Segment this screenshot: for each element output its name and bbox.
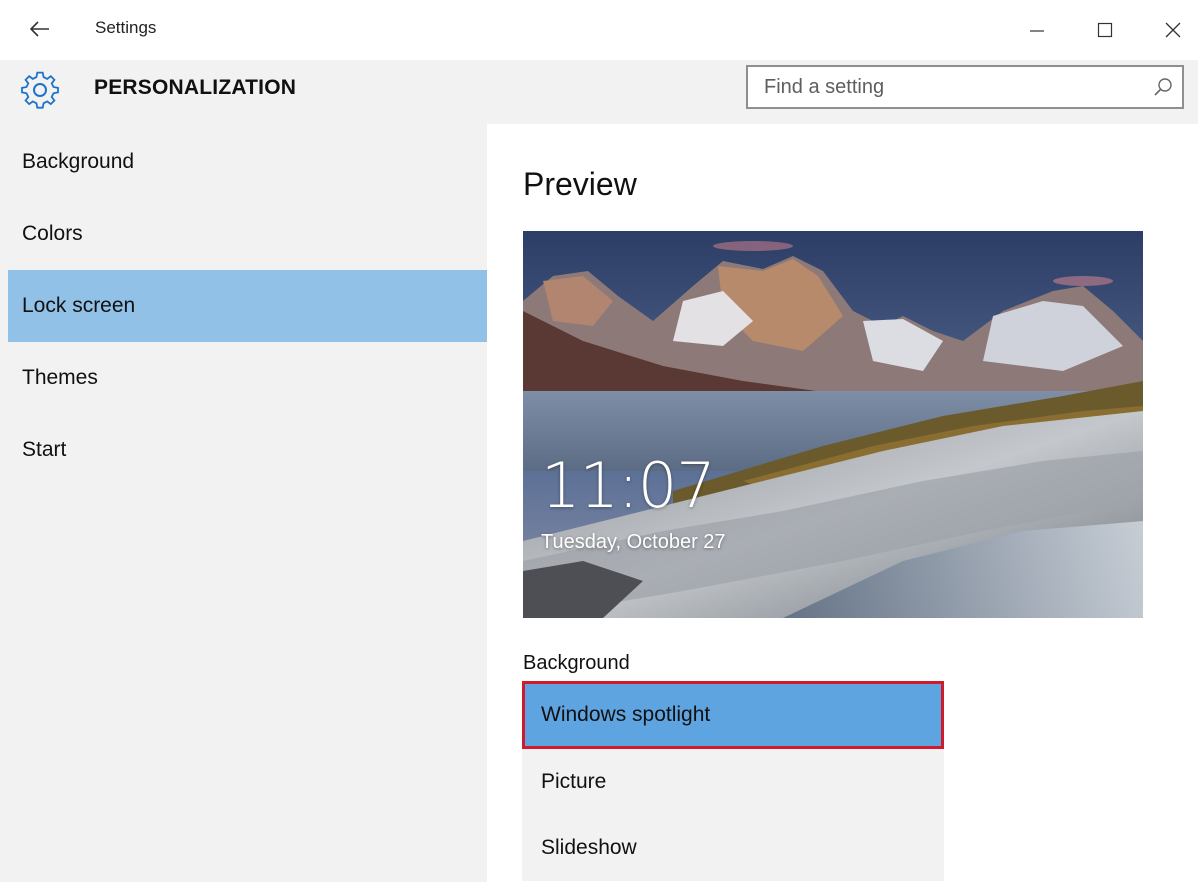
sidebar-item-colors[interactable]: Colors <box>8 198 487 270</box>
sidebar-item-start[interactable]: Start <box>8 414 487 486</box>
sidebar-item-lock-screen[interactable]: Lock screen <box>8 270 487 342</box>
minimize-icon <box>1030 30 1044 32</box>
maximize-icon <box>1097 22 1113 38</box>
option-label: Windows spotlight <box>541 703 711 726</box>
landscape-image <box>523 231 1143 618</box>
title-bar: Settings <box>0 0 1198 60</box>
gear-icon <box>21 71 59 109</box>
close-icon <box>1165 22 1181 38</box>
page-header: PERSONALIZATION <box>0 60 1198 124</box>
lock-screen-time: 11:07 <box>541 449 716 522</box>
option-slideshow[interactable]: Slideshow <box>522 815 944 881</box>
search-input[interactable] <box>764 75 1134 99</box>
background-dropdown[interactable]: Windows spotlight Picture Slideshow <box>522 681 944 881</box>
lock-screen-preview: 11:07 Tuesday, October 27 <box>523 231 1143 618</box>
minimize-button[interactable] <box>1014 12 1060 48</box>
option-label: Slideshow <box>541 836 637 859</box>
sidebar-item-themes[interactable]: Themes <box>8 342 487 414</box>
sidebar-item-label: Start <box>22 438 67 461</box>
page-title: PERSONALIZATION <box>94 76 297 99</box>
sidebar-item-label: Background <box>22 150 135 173</box>
search-box[interactable] <box>746 65 1184 109</box>
maximize-button[interactable] <box>1082 12 1128 48</box>
arrow-left-icon <box>30 21 49 37</box>
background-label: Background <box>523 652 630 674</box>
window-title: Settings <box>95 18 157 37</box>
sidebar-item-label: Colors <box>22 222 83 245</box>
sidebar-item-background[interactable]: Background <box>8 126 487 198</box>
main-content: Preview 11:07 Tuesday, October 27 Backgr… <box>487 124 1198 882</box>
option-label: Picture <box>541 770 607 793</box>
search-icon[interactable] <box>1152 76 1174 98</box>
back-button[interactable] <box>22 14 58 44</box>
sidebar: Background Colors Lock screen Themes Sta… <box>0 124 487 882</box>
lock-screen-date: Tuesday, October 27 <box>541 531 726 553</box>
sidebar-item-label: Themes <box>22 366 98 389</box>
option-windows-spotlight[interactable]: Windows spotlight <box>522 681 944 749</box>
option-picture[interactable]: Picture <box>522 749 944 815</box>
settings-window: Settings PERSONALIZATION Find a setting … <box>0 0 1198 882</box>
close-button[interactable] <box>1150 12 1196 48</box>
preview-heading: Preview <box>523 166 637 202</box>
sidebar-item-label: Lock screen <box>22 294 136 317</box>
